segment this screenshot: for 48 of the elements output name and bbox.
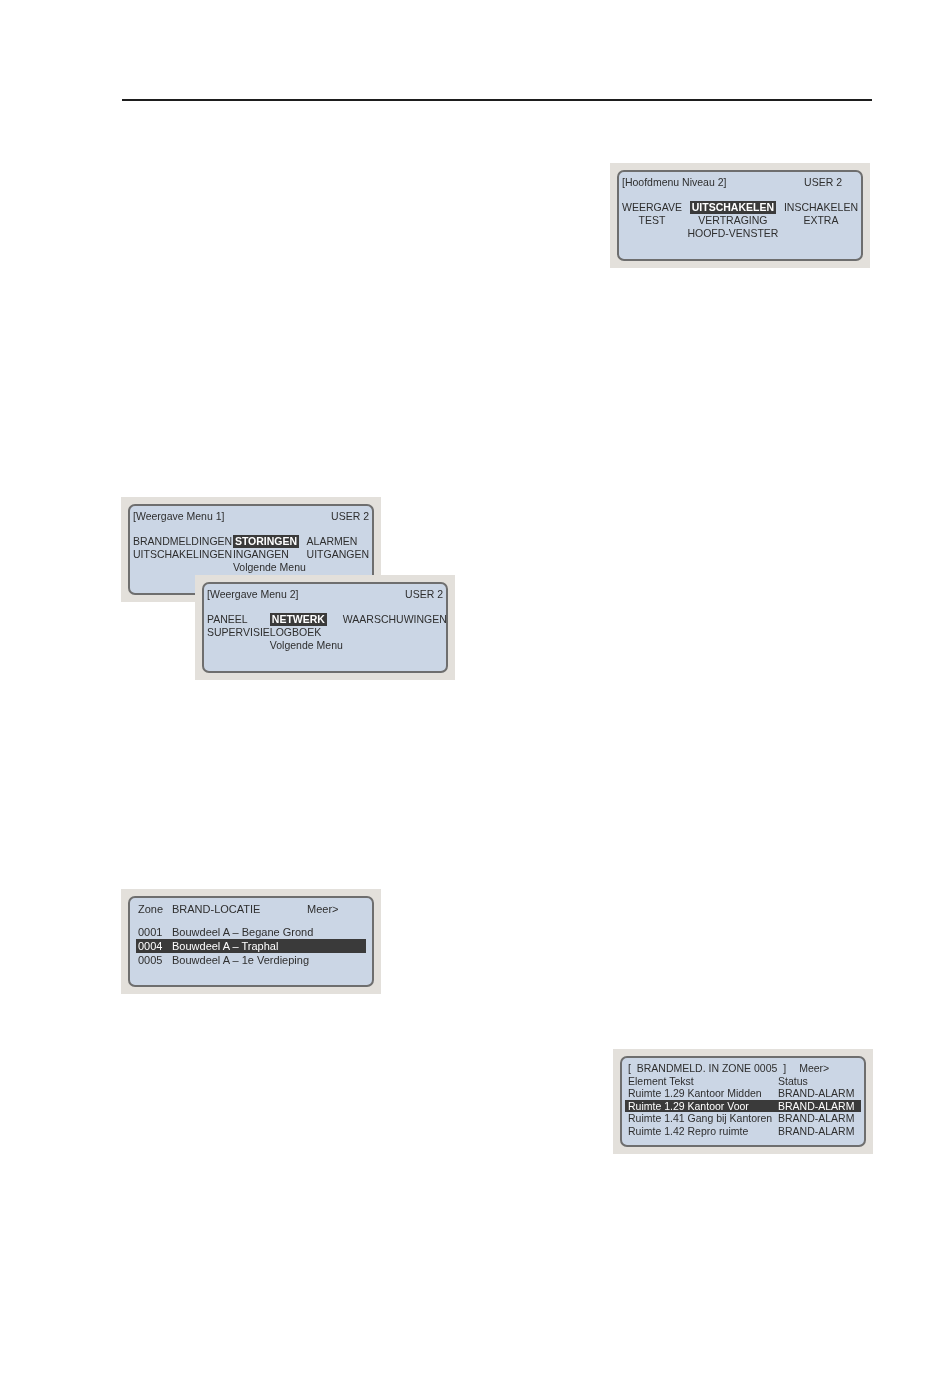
- menu-item[interactable]: INGANGEN: [232, 548, 289, 561]
- menu-item[interactable]: TEST: [638, 214, 666, 227]
- menu-item[interactable]: INSCHAKELEN: [783, 201, 858, 214]
- list-row[interactable]: 0001 Bouwdeel A – Begane Grond: [136, 925, 366, 939]
- user-label: USER 2: [804, 176, 842, 189]
- menu-item[interactable]: BRANDMELDINGEN: [133, 535, 233, 548]
- column-header: Zone: [138, 902, 165, 916]
- column-header: BRAND-LOCATIE: [172, 902, 262, 916]
- status-text: BRAND-ALARM: [778, 1087, 855, 1100]
- screen-title: [ BRANDMELD. IN ZONE 0005 ]: [628, 1062, 787, 1075]
- menu-item[interactable]: STORINGEN: [232, 535, 300, 548]
- menu-item[interactable]: Volgende Menu: [232, 561, 306, 574]
- list-row[interactable]: Ruimte 1.29 Kantoor Midden BRAND-ALARM: [625, 1087, 861, 1100]
- menu-item[interactable]: UITSCHAKELEN: [689, 201, 777, 214]
- zone-number: 0005: [138, 953, 164, 967]
- element-text: Ruimte 1.41 Gang bij Kantoren: [628, 1112, 774, 1125]
- user-label: USER 2: [331, 510, 369, 523]
- menu-item[interactable]: UITGANGEN: [306, 548, 369, 561]
- column-header: Status: [778, 1074, 808, 1088]
- screen-title: [Weergave Menu 2]: [207, 588, 299, 601]
- element-text: Ruimte 1.42 Repro ruimte: [628, 1124, 750, 1138]
- menu-item[interactable]: ALARMEN: [306, 535, 358, 548]
- zone-name: Bouwdeel A – Traphal: [172, 939, 279, 953]
- element-text: Ruimte 1.29 Kantoor Midden: [628, 1087, 763, 1100]
- menu-item[interactable]: VERTRAGING: [698, 214, 768, 227]
- menu-item[interactable]: UITSCHAKELINGEN: [133, 548, 233, 561]
- menu-item[interactable]: HOOFD-VENSTER: [687, 227, 779, 240]
- menu-item[interactable]: EXTRA: [803, 214, 839, 227]
- list-row[interactable]: Ruimte 1.29 Kantoor Voor BRAND-ALARM: [625, 1099, 861, 1113]
- screen-title: [Hoofdmenu Niveau 2]: [622, 176, 727, 189]
- column-header: Element Tekst: [628, 1074, 695, 1088]
- list-row[interactable]: 0004 Bouwdeel A – Traphal: [136, 939, 366, 953]
- list-row[interactable]: 0005 Bouwdeel A – 1e Verdieping: [136, 953, 366, 967]
- zone-number: 0001: [138, 925, 164, 939]
- screen-title: [Weergave Menu 1]: [133, 510, 225, 523]
- menu-item[interactable]: WEERGAVE: [622, 201, 682, 214]
- element-text: Ruimte 1.29 Kantoor Voor: [628, 1099, 750, 1113]
- list-row[interactable]: Ruimte 1.41 Gang bij Kantoren BRAND-ALARM: [625, 1112, 861, 1125]
- list-row[interactable]: Ruimte 1.42 Repro ruimte BRAND-ALARM: [625, 1124, 861, 1138]
- status-text: BRAND-ALARM: [778, 1112, 855, 1125]
- user-label: USER 2: [405, 588, 443, 601]
- status-text: BRAND-ALARM: [778, 1099, 855, 1113]
- zone-name: Bouwdeel A – Begane Grond: [172, 925, 314, 939]
- more-indicator: Meer>: [799, 1062, 830, 1075]
- zone-number: 0004: [138, 939, 164, 953]
- zone-name: Bouwdeel A – 1e Verdieping: [172, 953, 309, 967]
- more-indicator: Meer>: [307, 902, 339, 916]
- status-text: BRAND-ALARM: [778, 1124, 855, 1138]
